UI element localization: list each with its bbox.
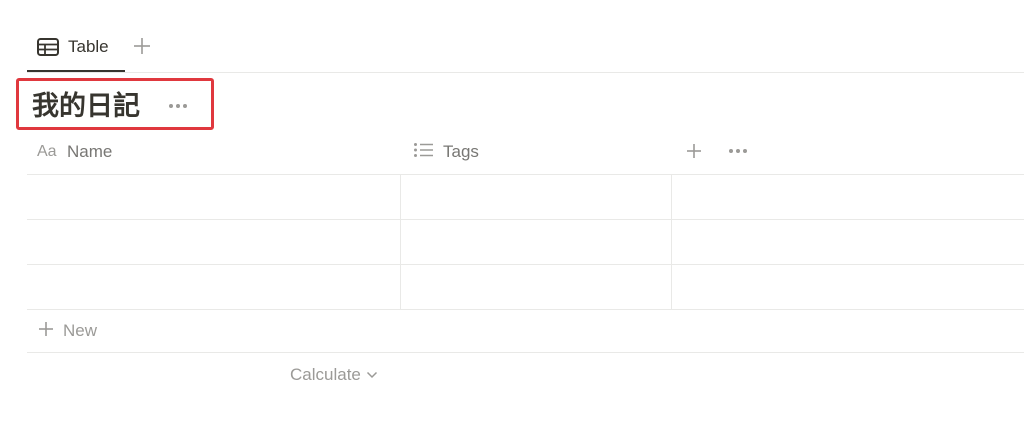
table-row[interactable] bbox=[27, 175, 1024, 219]
tab-label: Table bbox=[68, 37, 109, 56]
table-row[interactable] bbox=[27, 265, 1024, 309]
tabs-divider bbox=[27, 72, 1024, 73]
more-horizontal-icon[interactable] bbox=[726, 142, 750, 160]
chevron-down-icon bbox=[366, 366, 378, 384]
add-view-plus-icon[interactable] bbox=[132, 36, 152, 56]
calculate-dropdown[interactable]: Calculate bbox=[290, 363, 378, 387]
multi-select-list-icon bbox=[413, 142, 435, 163]
column-divider bbox=[671, 174, 672, 309]
calculate-label: Calculate bbox=[290, 365, 361, 384]
table-row[interactable] bbox=[27, 220, 1024, 264]
more-horizontal-icon[interactable] bbox=[166, 97, 190, 115]
column-divider bbox=[400, 174, 401, 309]
new-row-label: New bbox=[63, 321, 98, 340]
database-title[interactable]: 我的日記 bbox=[32, 88, 140, 124]
column-header-name[interactable]: Aa Name bbox=[27, 130, 399, 174]
new-row-button[interactable]: New bbox=[27, 310, 1024, 352]
column-label: Name bbox=[67, 142, 113, 161]
table-icon bbox=[37, 38, 59, 61]
table-divider bbox=[27, 352, 1024, 353]
column-label: Tags bbox=[443, 142, 479, 161]
text-property-icon: Aa bbox=[37, 143, 57, 160]
add-property-plus-icon[interactable] bbox=[684, 141, 704, 161]
plus-icon bbox=[37, 320, 55, 343]
column-header-tags[interactable]: Tags bbox=[401, 130, 671, 174]
tab-table-view[interactable]: Table bbox=[27, 32, 125, 72]
